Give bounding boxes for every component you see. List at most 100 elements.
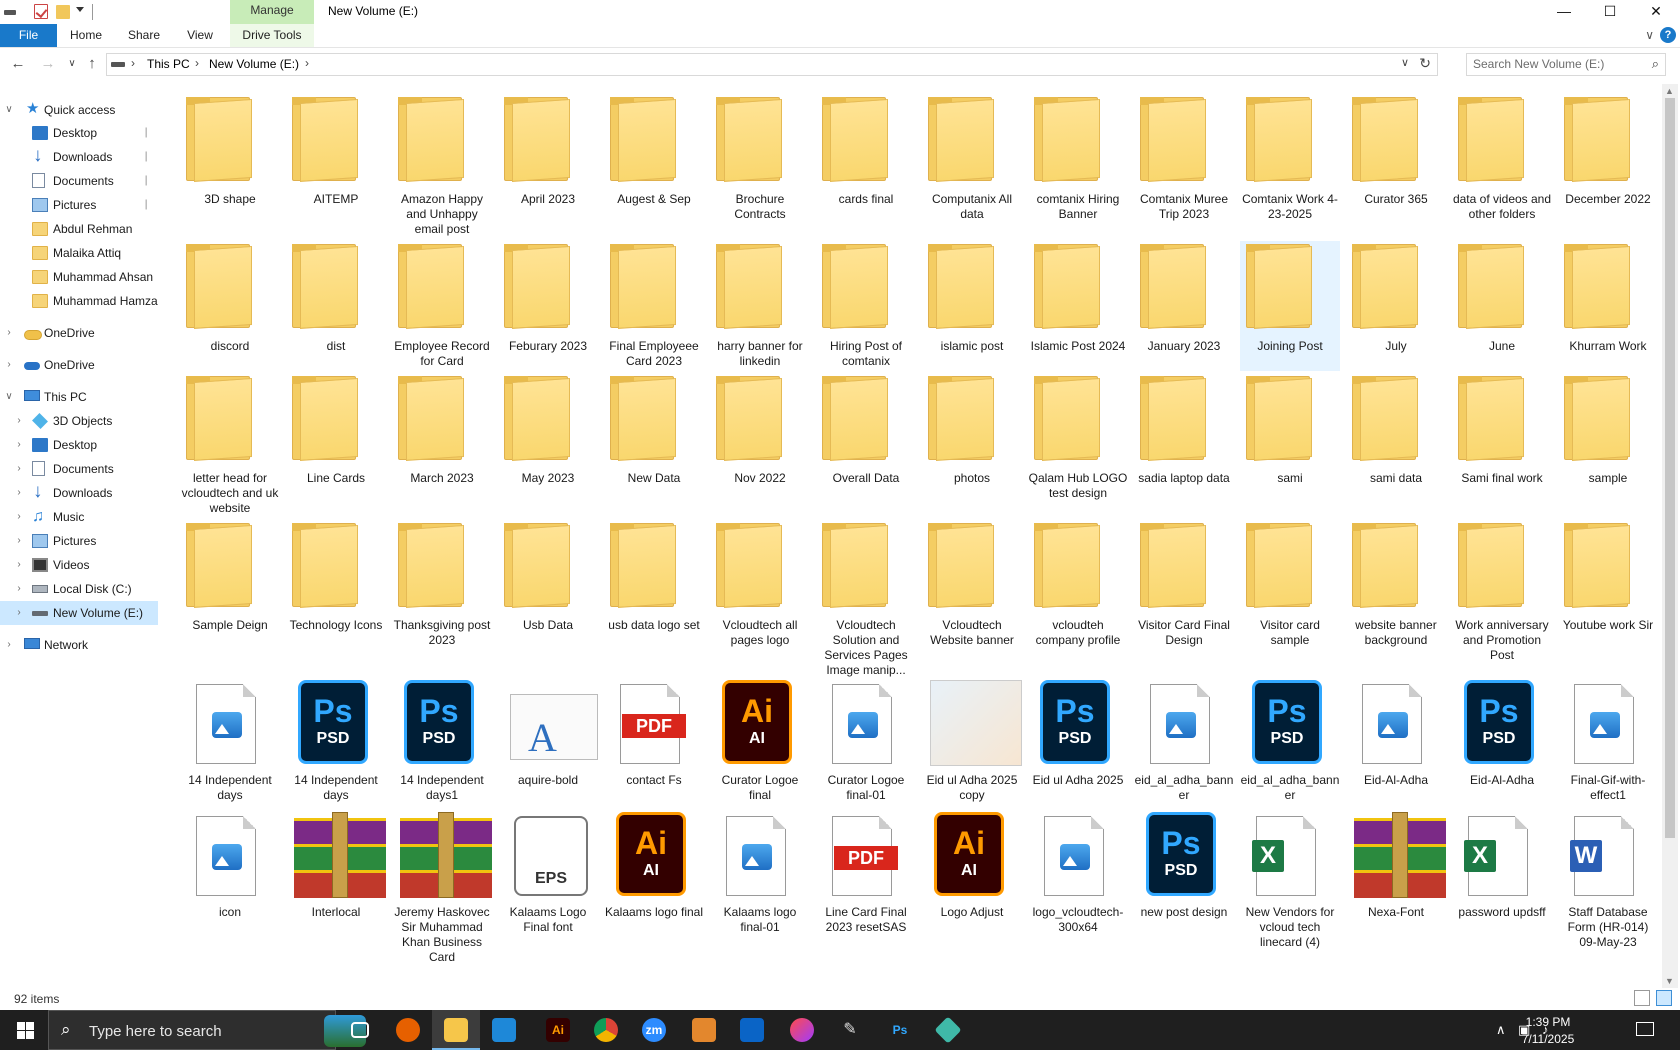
taskbar-search-box[interactable]: ⌕ Type here to search	[48, 1010, 366, 1050]
folder-item[interactable]: Xcards final	[816, 94, 916, 236]
manage-context-tab[interactable]: Manage	[230, 0, 314, 24]
help-icon[interactable]: ?	[1660, 27, 1676, 43]
up-arrow-icon[interactable]: ↑	[82, 54, 102, 74]
chrome-taskbar-button[interactable]	[582, 1010, 630, 1050]
vertical-scrollbar[interactable]: ▲ ▼	[1662, 84, 1678, 988]
file-item[interactable]: 14 Independent days	[180, 677, 280, 805]
customize-quick-access-arrow-icon[interactable]	[76, 7, 84, 12]
folder-item[interactable]: Nov 2022	[710, 373, 810, 503]
folder-item[interactable]: May 2023	[498, 373, 598, 503]
folder-item[interactable]: EPS Brochure Contracts	[710, 94, 810, 236]
folder-item[interactable]: photos	[922, 373, 1022, 503]
expand-chevron-icon[interactable]: ›	[4, 353, 14, 377]
winrar-taskbar-button[interactable]	[680, 1010, 728, 1050]
breadcrumb-this-pc[interactable]: This PC	[147, 57, 190, 71]
expand-chevron-icon[interactable]: ›	[14, 577, 24, 601]
folder-item[interactable]: Usb Data	[498, 520, 598, 650]
vscode-taskbar-button[interactable]	[480, 1010, 528, 1050]
show-hidden-icons-chevron-icon[interactable]: ∧	[1496, 1022, 1506, 1038]
folder-item[interactable]: islamic post	[922, 241, 1022, 371]
nav-documents[interactable]: Documents ❘	[0, 169, 158, 193]
app-taskbar-button[interactable]	[924, 1010, 972, 1050]
file-item[interactable]: Ps PSD 14 Independent days1	[392, 677, 492, 805]
folder-item[interactable]: Employee Record for Card	[392, 241, 492, 371]
folder-item[interactable]: letter head for vcloudtech and uk websit…	[180, 373, 280, 515]
folder-item[interactable]: Sami final work	[1452, 373, 1552, 503]
file-explorer-taskbar-button[interactable]	[432, 1010, 480, 1050]
tab-drive-tools[interactable]: Drive Tools	[230, 24, 314, 47]
collapse-chevron-icon[interactable]: ∨	[4, 98, 14, 122]
folder-item[interactable]: December 2022	[1558, 94, 1658, 236]
tab-file[interactable]: File	[0, 24, 57, 47]
expand-chevron-icon[interactable]: ›	[14, 457, 24, 481]
nav-onedrive-personal[interactable]: › OneDrive	[0, 321, 158, 345]
back-arrow-icon[interactable]: ←	[8, 54, 28, 74]
folder-item[interactable]: Work anniversary and Promotion Post	[1452, 520, 1552, 662]
new-folder-icon[interactable]	[56, 5, 70, 19]
folder-item[interactable]: Thanksgiving post 2023	[392, 520, 492, 650]
expand-ribbon-chevron-icon[interactable]: ∨	[1645, 28, 1654, 42]
expand-chevron-icon[interactable]: ›	[4, 321, 14, 345]
expand-chevron-icon[interactable]: ›	[4, 633, 14, 657]
folder-item[interactable]: dist	[286, 241, 386, 371]
tab-view[interactable]: View	[180, 24, 220, 47]
folder-item[interactable]: sami	[1240, 373, 1340, 503]
file-item[interactable]: W Staff Database Form (HR-014) 09-May-23	[1558, 809, 1658, 949]
creative-cloud-taskbar-button[interactable]	[778, 1010, 826, 1050]
folder-item[interactable]: January 2023	[1134, 241, 1234, 371]
file-item[interactable]: icon	[180, 809, 280, 937]
forward-arrow-icon[interactable]: →	[38, 54, 58, 74]
nav-malaika-attiq[interactable]: Malaika Attiq	[0, 241, 158, 265]
folder-item[interactable]: March 2023	[392, 373, 492, 503]
file-item[interactable]: Eid ul Adha 2025 copy	[922, 677, 1022, 805]
nav-videos[interactable]: › Videos	[0, 553, 158, 577]
folder-item[interactable]: Curator 365	[1346, 94, 1446, 236]
clock-time[interactable]: 1:39 PM	[1519, 1015, 1577, 1029]
address-dropdown-chevron-icon[interactable]: ∨	[1401, 56, 1409, 69]
file-item[interactable]: Ai AI Kalaams logo final	[604, 809, 704, 937]
file-item[interactable]: Ai AI Logo Adjust	[922, 809, 1022, 937]
nav-quick-access[interactable]: ∨ ★ Quick access	[0, 98, 158, 122]
nav-desktop[interactable]: Desktop ❘	[0, 121, 158, 145]
folder-item[interactable]: comtanix Hiring Banner	[1028, 94, 1128, 236]
expand-chevron-icon[interactable]: ›	[14, 601, 24, 625]
folder-item[interactable]: July	[1346, 241, 1446, 371]
folder-item[interactable]: 3D shape	[180, 94, 280, 236]
tab-home[interactable]: Home	[66, 24, 106, 47]
file-item[interactable]: Ps PSD Eid-Al-Adha	[1452, 677, 1552, 805]
file-item[interactable]: Kalaams logo final-01	[710, 809, 810, 937]
clock-date[interactable]: 7/11/2025	[1513, 1032, 1583, 1046]
folder-item[interactable]: Joining Post	[1240, 241, 1340, 371]
recent-locations-chevron-icon[interactable]: ∨	[62, 54, 82, 74]
folder-item[interactable]: PDF Computanix All data	[922, 94, 1022, 236]
breadcrumb-chevron-icon[interactable]: ›	[131, 56, 135, 70]
folder-item[interactable]: Khurram Work	[1558, 241, 1658, 371]
folder-item[interactable]: Visitor Card Final Design	[1134, 520, 1234, 650]
minimize-button[interactable]: —	[1541, 0, 1587, 24]
folder-item[interactable]: X April 2023	[498, 94, 598, 236]
folder-item[interactable]: Line Cards	[286, 373, 386, 503]
nav-pictures[interactable]: Pictures ❘	[0, 193, 158, 217]
file-item[interactable]: PDF Line Card Final 2023 resetSAS	[816, 809, 916, 937]
scrollbar-thumb[interactable]	[1665, 98, 1675, 838]
file-item[interactable]: Ps PSD new post design	[1134, 809, 1234, 937]
folder-item[interactable]: AITEMP	[286, 94, 386, 236]
folder-item[interactable]: New Data	[604, 373, 704, 503]
folder-item[interactable]: discord	[180, 241, 280, 371]
expand-chevron-icon[interactable]: ›	[14, 529, 24, 553]
nav-pc-pictures[interactable]: › Pictures	[0, 529, 158, 553]
folder-item[interactable]: website banner background	[1346, 520, 1446, 650]
file-item[interactable]: Ps PSD 14 Independent days	[286, 677, 386, 805]
notification-icon[interactable]	[1636, 1022, 1654, 1036]
file-item[interactable]: EPS Kalaams Logo Final font	[498, 809, 598, 937]
scroll-down-arrow-icon[interactable]: ▼	[1665, 976, 1674, 986]
expand-chevron-icon[interactable]: ›	[14, 433, 24, 457]
folder-item[interactable]: Ps Amazon Happy and Unhappy email post	[392, 94, 492, 236]
folder-item[interactable]: Feburary 2023	[498, 241, 598, 371]
expand-chevron-icon[interactable]: ›	[14, 481, 24, 505]
folder-item[interactable]: sample	[1558, 373, 1658, 503]
outlook-taskbar-button[interactable]	[728, 1010, 776, 1050]
file-item[interactable]: Ps PSD Eid ul Adha 2025	[1028, 677, 1128, 805]
close-button[interactable]: ✕	[1633, 0, 1679, 24]
folder-item[interactable]: Sample Deign	[180, 520, 280, 650]
